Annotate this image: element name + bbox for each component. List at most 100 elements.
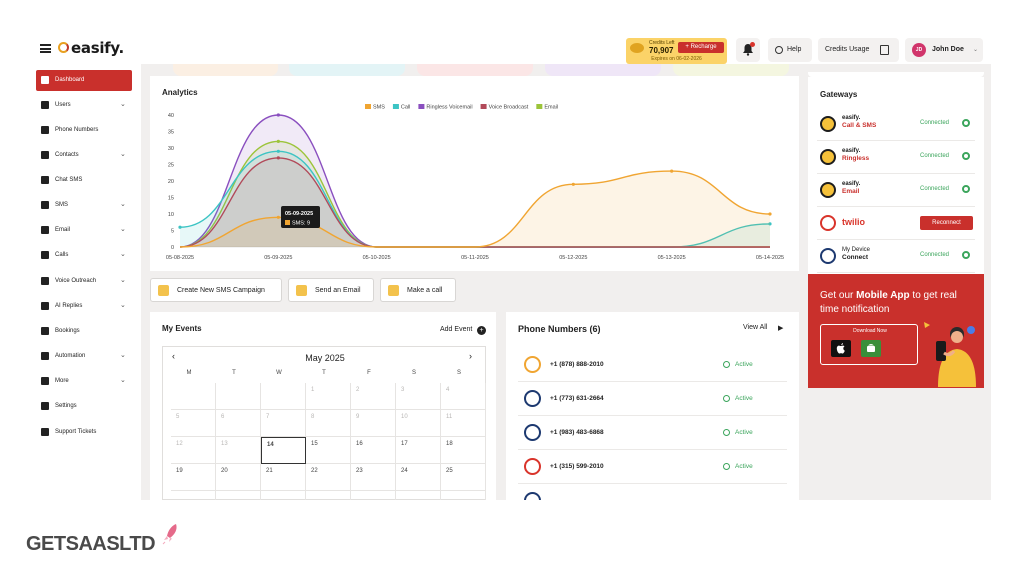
gear-icon[interactable]	[962, 152, 970, 160]
calendar-day[interactable]: 17	[396, 437, 441, 464]
user-menu-button[interactable]: JD John Doe ⌄	[905, 38, 983, 62]
calendar-day[interactable]: 11	[441, 410, 486, 437]
data-point[interactable]	[276, 156, 280, 160]
add-event-button[interactable]: Add Event	[440, 326, 472, 333]
calendar-day[interactable]: 1	[306, 383, 351, 410]
sidebar-item-users[interactable]: Users ⌄	[36, 95, 132, 116]
phone-number-row[interactable]	[518, 484, 787, 500]
credits-usage-button[interactable]: Credits Usage	[818, 38, 899, 62]
phone-number-row[interactable]: +1 (773) 631-2664 Active	[518, 382, 787, 416]
calendar-day[interactable]	[396, 491, 441, 500]
sidebar-item-calls[interactable]: Calls ⌄	[36, 245, 132, 266]
data-point[interactable]	[178, 225, 182, 229]
chevron-down-icon[interactable]: ⌄	[120, 301, 126, 309]
create-sms-campaign-button[interactable]: Create New SMS Campaign	[150, 278, 282, 302]
reconnect-button[interactable]: Reconnect	[920, 216, 973, 230]
bookings-icon	[41, 327, 49, 335]
gear-icon[interactable]	[962, 119, 970, 127]
chevron-down-icon[interactable]: ⌄	[120, 276, 126, 284]
chevron-down-icon[interactable]: ⌄	[120, 250, 126, 258]
data-point[interactable]	[276, 149, 280, 153]
calendar-day[interactable]	[216, 383, 261, 410]
calendar-day[interactable]	[216, 491, 261, 500]
chevron-left-icon[interactable]: ‹	[172, 351, 175, 361]
sidebar-item-phone-numbers[interactable]: Phone Numbers	[36, 120, 132, 141]
calendar-day[interactable]: 6	[216, 410, 261, 437]
calendar-day[interactable]: 3	[396, 383, 441, 410]
plus-icon[interactable]: +	[477, 326, 486, 335]
calendar-day[interactable]: 23	[351, 464, 396, 491]
chevron-down-icon[interactable]: ⌄	[120, 150, 126, 158]
data-point[interactable]	[276, 139, 280, 143]
sidebar-item-email[interactable]: Email ⌄	[36, 220, 132, 241]
calendar-day[interactable]	[261, 491, 306, 500]
view-all-link[interactable]: View All	[743, 324, 767, 331]
calendar-day[interactable]: 21	[261, 464, 306, 491]
sidebar-item-more[interactable]: More ⌄	[36, 371, 132, 392]
calendar-day[interactable]: 4	[441, 383, 486, 410]
phone-number-row[interactable]: +1 (983) 483-6868 Active	[518, 416, 787, 450]
calendar-day[interactable]: 22	[306, 464, 351, 491]
sidebar-item-contacts[interactable]: Contacts ⌄	[36, 145, 132, 166]
gear-icon[interactable]	[962, 185, 970, 193]
data-point[interactable]	[571, 182, 575, 186]
calendar-day[interactable]: 12	[171, 437, 216, 464]
sidebar-item-bookings[interactable]: Bookings	[36, 321, 132, 342]
recharge-button[interactable]: + Recharge	[678, 42, 724, 53]
calendar-day[interactable]: 18	[441, 437, 486, 464]
calendar-day[interactable]	[441, 491, 486, 500]
help-button[interactable]: Help	[768, 38, 812, 62]
calendar-day[interactable]	[171, 383, 216, 410]
chevron-down-icon[interactable]: ⌄	[120, 376, 126, 384]
calendar-day[interactable]	[261, 383, 306, 410]
calendar-day[interactable]	[171, 491, 216, 500]
calendar-day[interactable]: 25	[441, 464, 486, 491]
data-point[interactable]	[768, 212, 772, 216]
calendar-day[interactable]: 16	[351, 437, 396, 464]
calendar-day[interactable]: 19	[171, 464, 216, 491]
caret-right-icon[interactable]: ▶	[778, 324, 783, 332]
sidebar-item-chat-sms[interactable]: Chat SMS	[36, 170, 132, 191]
phone-number-row[interactable]: +1 (878) 888-2010 Active	[518, 348, 787, 382]
send-email-button[interactable]: Send an Email	[288, 278, 374, 302]
chevron-down-icon[interactable]: ⌄	[120, 100, 126, 108]
calendar-day[interactable]: 2	[351, 383, 396, 410]
calendar-day-today[interactable]: 14	[261, 437, 306, 464]
calendar-day[interactable]: 9	[351, 410, 396, 437]
phone-number-row[interactable]: +1 (315) 599-2010 Active	[518, 450, 787, 484]
calendar-day[interactable]: 10	[396, 410, 441, 437]
gear-icon[interactable]	[962, 251, 970, 259]
sidebar-item-support-tickets[interactable]: Support Tickets	[36, 422, 132, 443]
data-point[interactable]	[670, 169, 674, 173]
calendar-day[interactable]: 15	[306, 437, 351, 464]
calendar-day[interactable]: 20	[216, 464, 261, 491]
apple-store-button[interactable]	[831, 340, 851, 357]
sidebar-item-ai-replies[interactable]: AI Replies ⌄	[36, 296, 132, 317]
sidebar-item-voice-outreach[interactable]: Voice Outreach ⌄	[36, 271, 132, 292]
notifications-button[interactable]	[736, 38, 760, 62]
calendar-day[interactable]: 5	[171, 410, 216, 437]
make-call-button[interactable]: Make a call	[380, 278, 456, 302]
calendar-day[interactable]: 13	[216, 437, 261, 464]
chevron-right-icon[interactable]: ›	[469, 351, 472, 361]
android-store-button[interactable]	[861, 340, 881, 357]
sidebar-item-settings[interactable]: Settings	[36, 396, 132, 417]
sidebar-item-automation[interactable]: Automation ⌄	[36, 346, 132, 367]
calendar-day[interactable]: 24	[396, 464, 441, 491]
calendar-day[interactable]	[351, 491, 396, 500]
chevron-down-icon[interactable]: ⌄	[120, 200, 126, 208]
calendar-day[interactable]: 7	[261, 410, 306, 437]
data-point[interactable]	[276, 113, 280, 117]
menu-icon[interactable]	[40, 44, 51, 53]
calendar-day[interactable]: 8	[306, 410, 351, 437]
chevron-down-icon[interactable]: ⌄	[120, 225, 126, 233]
calendar-day[interactable]	[306, 491, 351, 500]
sidebar-item-dashboard[interactable]: Dashboard	[36, 70, 132, 91]
chevron-down-icon[interactable]: ⌄	[120, 351, 126, 359]
promo-subline: time notification	[820, 304, 890, 315]
receipt-icon	[880, 45, 889, 55]
user-name: John Doe	[932, 46, 964, 53]
data-point[interactable]	[276, 215, 280, 219]
app-logo[interactable]: easify.	[71, 39, 124, 57]
sidebar-item-sms[interactable]: SMS ⌄	[36, 195, 132, 216]
